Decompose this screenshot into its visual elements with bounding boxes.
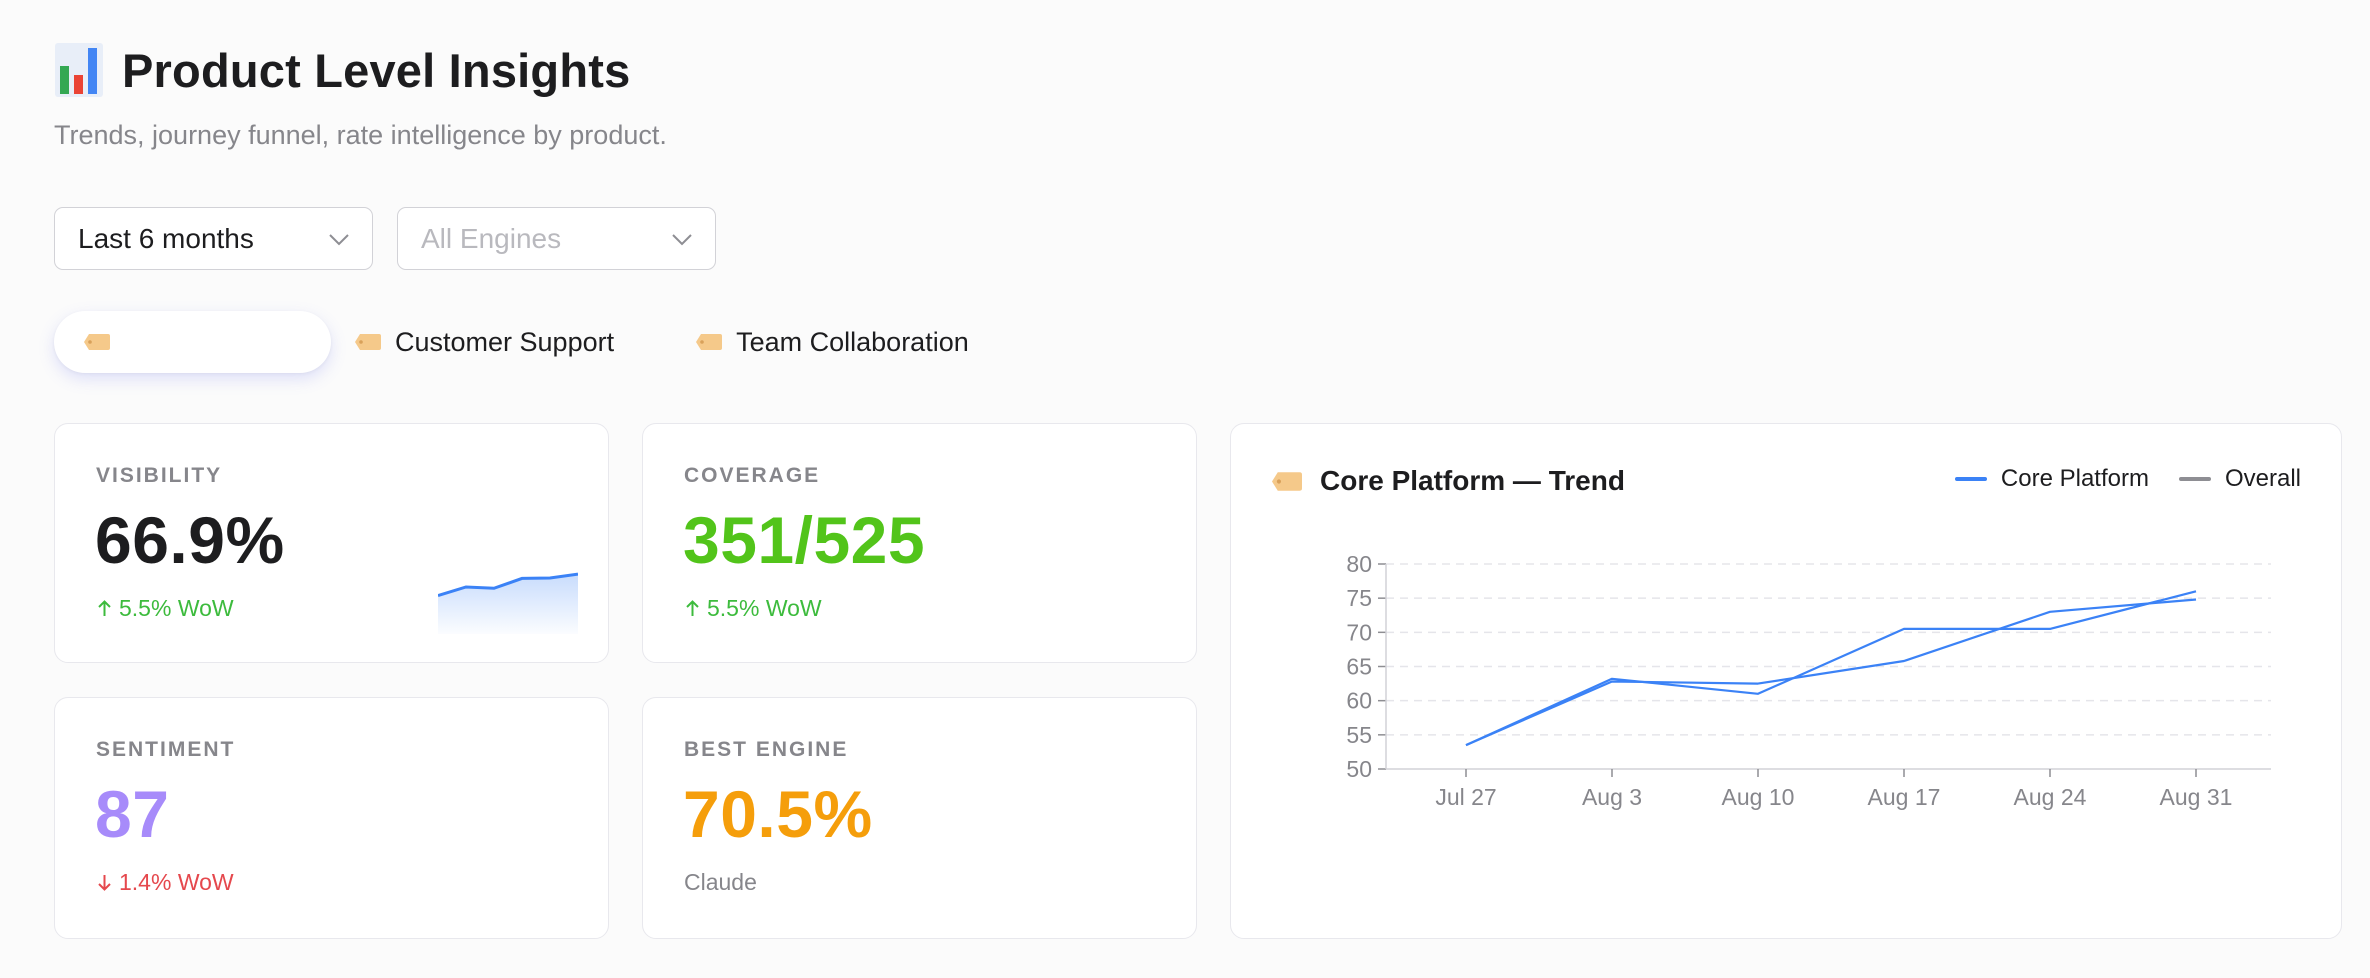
best-engine-card: BEST ENGINE 70.5% Claude bbox=[642, 697, 1197, 939]
sentiment-change: 1.4% WoW bbox=[96, 869, 234, 896]
x-tick-label: Aug 24 bbox=[2014, 784, 2087, 810]
product-tab-customer-support[interactable]: Customer Support bbox=[355, 311, 638, 373]
sentiment-value: 87 bbox=[95, 777, 170, 851]
x-tick-label: Aug 3 bbox=[1582, 784, 1642, 810]
visibility-change: 5.5% WoW bbox=[96, 595, 234, 622]
tag-icon bbox=[355, 334, 381, 350]
best-engine-name: Claude bbox=[684, 869, 757, 895]
x-tick-label: Jul 27 bbox=[1435, 784, 1496, 810]
product-tab-label: Team Collaboration bbox=[736, 326, 969, 357]
legend-swatch bbox=[2178, 477, 2211, 481]
tag-icon bbox=[84, 334, 110, 350]
chart-legend: Core Platform Overall bbox=[1954, 465, 2301, 493]
time-range-select[interactable]: Last 6 months bbox=[54, 207, 373, 270]
tag-icon bbox=[696, 334, 723, 350]
y-tick-label: 60 bbox=[1346, 688, 1372, 714]
visibility-change-text: 5.5% WoW bbox=[119, 595, 234, 621]
coverage-change-text: 5.5% WoW bbox=[707, 595, 822, 621]
engine-placeholder: All Engines bbox=[421, 222, 562, 254]
bar-chart-icon bbox=[55, 43, 103, 97]
y-tick-label: 55 bbox=[1346, 722, 1372, 748]
page-title: Product Level Insights bbox=[122, 43, 631, 97]
trend-title: Core Platform — Trend bbox=[1320, 465, 1625, 496]
product-tab-core-platform[interactable] bbox=[54, 311, 331, 373]
coverage-label: COVERAGE bbox=[684, 464, 821, 487]
tag-icon bbox=[1272, 471, 1302, 491]
visibility-value: 66.9% bbox=[95, 503, 285, 577]
coverage-card: COVERAGE 351/525 5.5% WoW bbox=[642, 423, 1197, 663]
x-tick-label: Aug 10 bbox=[1722, 784, 1795, 810]
legend-swatch bbox=[1954, 477, 1987, 481]
visibility-card: VISIBILITY 66.9% 5.5% WoW bbox=[54, 423, 609, 663]
trend-header: Core Platform — Trend bbox=[1272, 465, 1625, 497]
sentiment-label: SENTIMENT bbox=[96, 738, 236, 761]
x-tick-label: Aug 31 bbox=[2160, 784, 2233, 810]
product-tab-team-collaboration[interactable]: Team Collaboration bbox=[696, 311, 993, 373]
y-tick-label: 75 bbox=[1346, 585, 1372, 611]
chevron-down-icon bbox=[672, 233, 692, 245]
engine-select[interactable]: All Engines bbox=[397, 207, 716, 270]
trend-chart-card: 80 75 70 65 60 55 50 Jul 27 Aug 3 Aug 10 Aug 17 Aug… bbox=[1230, 423, 2342, 939]
legend-label: Core Platform bbox=[2000, 465, 2149, 492]
trend-chart: 80 75 70 65 60 55 50 Jul 27 Aug 3 Aug 10 Aug 17 Aug… bbox=[1346, 551, 2271, 810]
sentiment-card: SENTIMENT 87 1.4% WoW bbox=[54, 697, 609, 939]
best-engine-label: BEST ENGINE bbox=[684, 738, 849, 761]
sentiment-change-text: 1.4% WoW bbox=[119, 869, 234, 895]
time-range-value: Last 6 months bbox=[78, 222, 254, 254]
y-tick-label: 70 bbox=[1346, 619, 1372, 645]
y-tick-label: 50 bbox=[1346, 756, 1372, 782]
chevron-down-icon bbox=[329, 233, 349, 245]
legend-item-core-platform[interactable]: Core Platform bbox=[1954, 465, 2149, 493]
visibility-sparkline bbox=[438, 572, 578, 634]
arrow-up-icon bbox=[98, 600, 111, 616]
y-tick-label: 80 bbox=[1346, 551, 1372, 577]
filter-bar: Last 6 months All Engines bbox=[54, 207, 716, 270]
coverage-change: 5.5% WoW bbox=[684, 595, 822, 622]
x-tick-label: Aug 17 bbox=[1868, 784, 1941, 810]
product-tab-label: Customer Support bbox=[395, 326, 615, 357]
arrow-up-icon bbox=[686, 600, 699, 616]
arrow-down-icon bbox=[98, 875, 111, 891]
series-line-overall bbox=[1465, 598, 2197, 747]
best-engine-value: 70.5% bbox=[683, 777, 873, 851]
product-tabs: Customer Support Team Collaboration bbox=[54, 311, 1051, 373]
coverage-value: 351/525 bbox=[683, 503, 926, 577]
page-header: Product Level Insights bbox=[54, 42, 630, 98]
y-tick-label: 65 bbox=[1346, 654, 1372, 680]
series-line-core-platform bbox=[1465, 590, 2197, 747]
page-subtitle: Trends, journey funnel, rate intelligenc… bbox=[54, 120, 667, 150]
visibility-label: VISIBILITY bbox=[96, 464, 223, 487]
legend-item-overall[interactable]: Overall bbox=[2178, 465, 2301, 493]
legend-label: Overall bbox=[2224, 465, 2301, 492]
